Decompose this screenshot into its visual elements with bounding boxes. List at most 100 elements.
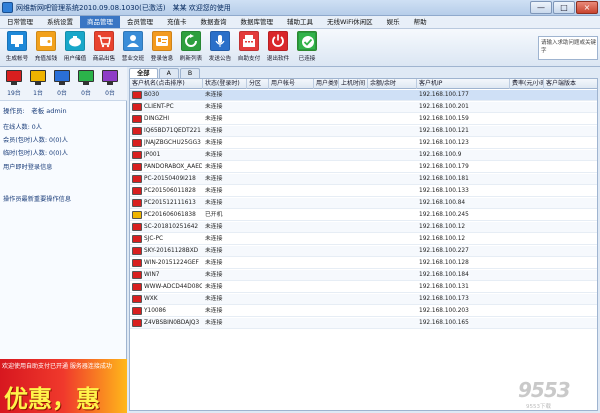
status-count-4[interactable]: 0台	[100, 69, 120, 99]
help-search-input[interactable]: 请输入求助问题或关键字	[538, 36, 598, 60]
menu-item-5[interactable]: 数据查询	[194, 16, 234, 28]
status-count-0[interactable]: 19台	[4, 69, 24, 99]
column-header-4[interactable]: 用户类别	[314, 79, 339, 89]
client-name-cell: JNAJZBGCHU25GG3	[144, 140, 201, 146]
maximize-button[interactable]: □	[553, 1, 575, 14]
pc-status-icon	[132, 199, 142, 207]
menu-item-9[interactable]: 娱乐	[380, 16, 407, 28]
app-icon	[2, 2, 13, 13]
toolbar-button-8[interactable]: 自助支付	[236, 31, 262, 65]
close-button[interactable]: ×	[576, 1, 598, 14]
menu-item-6[interactable]: 数据库管理	[234, 16, 281, 28]
menu-item-10[interactable]: 帮助	[407, 16, 434, 28]
table-row[interactable]: PC201606061838 已开机 192.168.100.245	[130, 210, 597, 221]
tab-all[interactable]: 全部	[129, 68, 158, 78]
table-row[interactable]: WXK 未连接 192.168.100.173	[130, 294, 597, 305]
toolbar-button-1[interactable]: 充值加钱	[33, 31, 59, 65]
table-row[interactable]: Z4VBSBIN0BDAJQ3 未连接 192.168.100.165	[130, 318, 597, 329]
status-cell: 未连接	[205, 152, 223, 158]
column-header-8[interactable]: 费率(元/小时)	[510, 79, 544, 89]
client-name-cell: WXK	[144, 296, 158, 302]
status-count-1[interactable]: 1台	[28, 69, 48, 99]
pc-status-icon	[132, 271, 142, 279]
table-row[interactable]: SJC-PC 未连接 192.168.100.12	[130, 234, 597, 245]
toolbar-button-6[interactable]: 刷新列表	[178, 31, 204, 65]
toolbar-button-3[interactable]: 商品出售	[91, 31, 117, 65]
client-ip-cell: 192.168.100.227	[419, 248, 469, 254]
client-ip-cell: 192.168.100.184	[419, 272, 469, 278]
login-info-heading: 用户即时登录信息	[3, 164, 53, 171]
pc-status-icon	[132, 211, 142, 219]
menu-item-3[interactable]: 会员管理	[120, 16, 160, 28]
menu-item-1[interactable]: 系统设置	[40, 16, 80, 28]
operator-label: 操作员: 老板 admin	[3, 107, 67, 115]
status-cell: 未连接	[205, 200, 223, 206]
toolbar-button-0[interactable]: 生成帐号	[4, 31, 30, 65]
table-row[interactable]: WWW-ADCD44D08C8 未连接 192.168.100.131	[130, 282, 597, 293]
minimize-button[interactable]: —	[530, 1, 552, 14]
status-count-3[interactable]: 0台	[76, 69, 96, 99]
column-header-0[interactable]: 客户机名(点击排序)	[130, 79, 203, 89]
toolbar-button-5[interactable]: 登录信息	[149, 31, 175, 65]
toolbar-button-9[interactable]: 退出软件	[265, 31, 291, 65]
table-row[interactable]: JNAJZBGCHU25GG3 未连接 192.168.100.123	[130, 138, 597, 149]
client-group-tabs: 全部 A B	[129, 68, 201, 78]
column-header-2[interactable]: 分区	[247, 79, 269, 89]
table-row[interactable]: PC-20150409l218 未连接 192.168.100.181	[130, 174, 597, 185]
toolbar-button-10[interactable]: 已连接	[294, 31, 320, 65]
pc-status-icon	[132, 175, 142, 183]
menu-item-2[interactable]: 商品管理	[80, 16, 120, 28]
menu-item-0[interactable]: 日常管理	[0, 16, 40, 28]
table-row[interactable]: JP001 未连接 192.168.100.9	[130, 150, 597, 161]
pc-status-icon	[132, 115, 142, 123]
tab-a[interactable]: A	[158, 68, 179, 78]
column-header-5[interactable]: 上机时间	[339, 79, 368, 89]
client-name-cell: SJC-PC	[144, 236, 164, 242]
table-row[interactable]: WIN7 未连接 192.168.100.184	[130, 270, 597, 281]
table-row[interactable]: IQ65BD71QEDT221 未连接 192.168.100.121	[130, 126, 597, 137]
toolbar-button-2[interactable]: 用户储值	[62, 31, 88, 65]
promo-banner[interactable]: 欢迎使用自助支付已开通 服务器连接成功 优惠，惠	[0, 359, 127, 413]
client-name-cell: WWW-ADCD44D08C8	[144, 284, 202, 290]
table-row[interactable]: PC201512111613 未连接 192.168.100.84	[130, 198, 597, 209]
watermark-subtitle: 9553下载	[526, 404, 551, 410]
status-cell: 未连接	[205, 272, 223, 278]
menu-item-4[interactable]: 充值卡	[160, 16, 194, 28]
table-row[interactable]: DINGZHI 未连接 192.168.100.159	[130, 114, 597, 125]
table-row[interactable]: WIN-20151224GEF 未连接 192.168.100.128	[130, 258, 597, 269]
monitor-stand	[59, 82, 65, 85]
table-row[interactable]: SC-201810251642 未连接 192.168.100.12	[130, 222, 597, 233]
menu-item-8[interactable]: 无线WiFi休闲区	[320, 16, 380, 28]
status-count-value: 1台	[33, 90, 43, 97]
monitor-icon	[78, 70, 94, 82]
status-count-2[interactable]: 0台	[52, 69, 72, 99]
machine-status-counts: 19台 1台 0台 0台 0台	[0, 67, 127, 101]
table-row[interactable]: CLIENT-PC 未连接 192.168.100.201	[130, 102, 597, 113]
table-row[interactable]: Y10086 未连接 192.168.100.203	[130, 306, 597, 317]
status-cell: 未连接	[205, 92, 223, 98]
table-row[interactable]: SKY-20161128BXD 未连接 192.168.100.227	[130, 246, 597, 257]
status-count-value: 0台	[57, 90, 67, 97]
toolbar-button-label: 登录信息	[150, 56, 174, 62]
tab-b[interactable]: B	[179, 68, 201, 78]
client-ip-cell: 192.168.100.201	[419, 104, 469, 110]
column-header-6[interactable]: 余额/余时	[368, 79, 417, 89]
column-header-1[interactable]: 状态(登录时)	[203, 79, 247, 89]
client-ip-cell: 192.168.100.121	[419, 128, 469, 134]
status-cell: 未连接	[205, 260, 223, 266]
client-ip-cell: 192.168.100.245	[419, 212, 469, 218]
pc-status-icon	[132, 91, 142, 99]
table-row[interactable]: PC201506011828 未连接 192.168.100.133	[130, 186, 597, 197]
table-row[interactable]: B030 未连接 192.168.100.177	[130, 90, 597, 101]
menu-item-7[interactable]: 辅助工具	[280, 16, 320, 28]
table-row[interactable]: PANDORABOX_AAED 未连接 192.168.100.179	[130, 162, 597, 173]
status-count-value: 19台	[7, 90, 21, 97]
toolbar-button-4[interactable]: 营业交班	[120, 31, 146, 65]
column-header-3[interactable]: 用户帐号	[269, 79, 314, 89]
column-header-7[interactable]: 客户机IP	[417, 79, 510, 89]
column-header-9[interactable]: 客户端版本	[544, 79, 597, 89]
toolbar-button-7[interactable]: 发送公告	[207, 31, 233, 65]
pc-status-icon	[132, 163, 142, 171]
status-cell: 未连接	[205, 116, 223, 122]
left-panel: 19台 1台 0台 0台 0台 操作员: 老板 admin 在线人数: 0人 会员(包时…	[0, 67, 127, 413]
